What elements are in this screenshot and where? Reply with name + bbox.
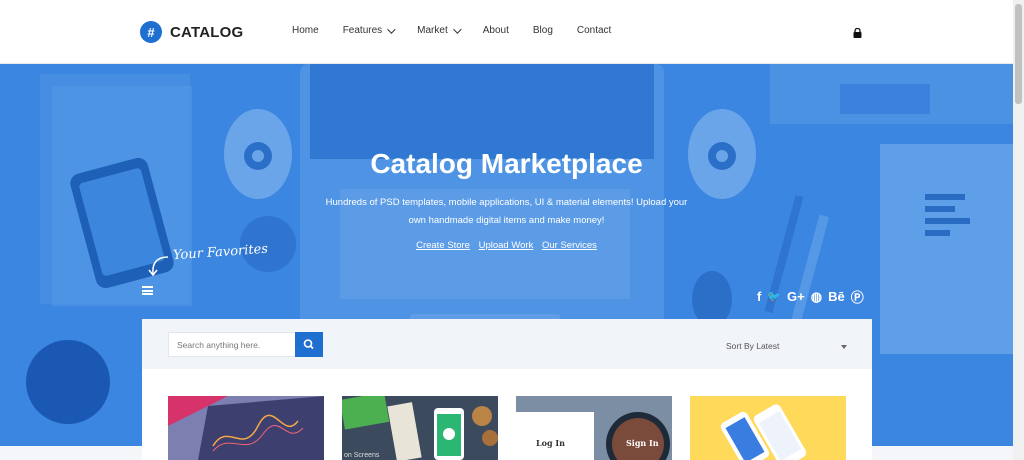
caret-down-icon — [841, 345, 847, 349]
nav-label: Blog — [532, 25, 553, 36]
logo[interactable]: # CATALOG — [140, 21, 243, 43]
chevron-down-icon — [387, 24, 396, 34]
dribbble-icon[interactable]: ◍ — [811, 289, 822, 305]
search-input[interactable]: Search anything here. — [168, 332, 296, 357]
nav-label: Home — [292, 25, 319, 36]
behance-icon[interactable]: Bē — [828, 289, 845, 304]
nav-contact[interactable]: Contact — [577, 25, 611, 36]
our-services-link[interactable]: Our Services — [542, 240, 597, 251]
facebook-icon[interactable]: f — [757, 289, 761, 304]
card-caption: Log In — [536, 438, 565, 448]
product-card[interactable]: on Screens — [342, 396, 498, 460]
product-card[interactable] — [168, 396, 324, 460]
hero-subtitle: Hundreds of PSD templates, mobile applic… — [325, 197, 688, 226]
hero-title: Catalog Marketplace — [370, 148, 643, 179]
catalog-panel: Search anything here. Sort By Latest on … — [142, 319, 872, 460]
chevron-down-icon — [452, 24, 462, 34]
sort-select[interactable]: Sort By Latest — [726, 341, 779, 351]
scrollbar-thumb[interactable] — [1015, 4, 1022, 104]
product-card[interactable] — [690, 396, 846, 460]
google-plus-icon[interactable]: G+ — [787, 289, 805, 304]
hamburger-menu-icon[interactable] — [142, 286, 153, 295]
nav-features[interactable]: Features — [342, 24, 396, 36]
nav-about[interactable]: About — [483, 25, 509, 36]
product-card[interactable]: Log In Sign In — [516, 396, 672, 460]
nav-home[interactable]: Home — [292, 25, 319, 36]
nav-blog[interactable]: Blog — [533, 25, 553, 36]
card-caption: Sign In — [626, 438, 659, 448]
card-caption: on Screens — [344, 452, 380, 459]
create-store-link[interactable]: Create Store — [416, 240, 470, 251]
product-thumbnail — [342, 396, 498, 460]
product-thumbnail — [516, 396, 672, 460]
lock-icon[interactable] — [853, 28, 862, 38]
nav-label: Features — [342, 25, 383, 36]
hash-logo-icon: # — [140, 21, 162, 43]
brand-name: CATALOG — [170, 23, 244, 41]
nav-label: About — [482, 25, 509, 36]
hero-links: Create Store Upload Work Our Services — [0, 240, 1013, 251]
filter-bar: Search anything here. Sort By Latest — [142, 319, 872, 369]
top-navbar: # CATALOG Home Features Market About Blo… — [0, 0, 1013, 64]
twitter-icon[interactable]: 🐦 — [767, 290, 781, 303]
curved-arrow-icon — [148, 256, 169, 277]
upload-work-link[interactable]: Upload Work — [479, 240, 534, 251]
main-nav: Home Features Market About Blog Contact — [292, 24, 635, 36]
search-icon — [303, 339, 314, 350]
product-thumbnail — [168, 396, 324, 460]
page-scrollbar[interactable] — [1013, 0, 1024, 460]
nav-label: Contact — [576, 25, 612, 36]
search-button[interactable] — [295, 332, 323, 357]
nav-label: Market — [417, 25, 448, 36]
nav-market[interactable]: Market — [417, 24, 462, 36]
product-thumbnail — [690, 396, 846, 460]
pinterest-icon[interactable]: Ⓟ — [851, 287, 864, 306]
social-links: f 🐦 G+ ◍ Bē Ⓟ — [757, 287, 870, 306]
